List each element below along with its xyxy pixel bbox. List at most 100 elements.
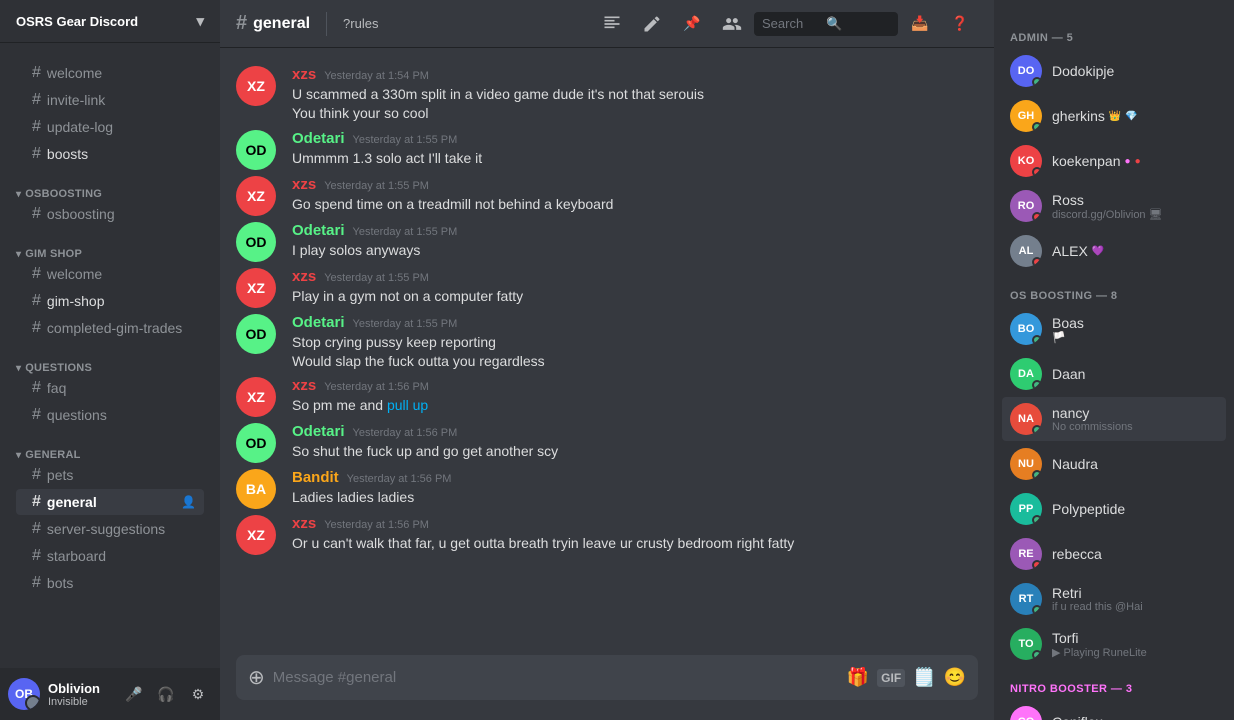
channel-update-log[interactable]: # update-log xyxy=(16,114,204,140)
channel-welcome[interactable]: # welcome xyxy=(16,60,204,86)
pin-button[interactable]: 📌 xyxy=(674,6,710,42)
gift-button[interactable]: 🎁 xyxy=(847,667,869,688)
edit-button[interactable] xyxy=(634,6,670,42)
channel-general[interactable]: # general 👤 xyxy=(16,489,204,515)
message-author: Odetari xyxy=(292,314,345,331)
member-item[interactable]: PP Polypeptide xyxy=(1002,487,1226,531)
message-timestamp: Yesterday at 1:56 PM xyxy=(324,519,429,531)
member-item[interactable]: AL ALEX 💜 xyxy=(1002,229,1226,273)
hash-icon: # xyxy=(32,292,41,310)
message-author: xzs xyxy=(292,515,316,532)
member-item[interactable]: GH gherkins 👑💎 xyxy=(1002,94,1226,138)
message-group: OD Odetari Yesterday at 1:55 PM Ummmm 1.… xyxy=(220,128,994,172)
member-avatar: NA xyxy=(1010,403,1042,435)
header-divider xyxy=(326,12,327,36)
emoji-button[interactable]: 😊 xyxy=(944,667,966,688)
member-item[interactable]: RO Ross discord.gg/Oblivion 🖥 xyxy=(1002,184,1226,228)
channel-gim-welcome[interactable]: # welcome xyxy=(16,261,204,287)
message-author: xzs xyxy=(292,377,316,394)
message-text: Go spend time on a treadmill not behind … xyxy=(292,195,978,214)
server-header[interactable]: OSRS Gear Discord ▾ xyxy=(0,0,220,43)
message-timestamp: Yesterday at 1:56 PM xyxy=(347,473,452,485)
members-button[interactable] xyxy=(714,6,750,42)
category-chevron-icon: ▾ xyxy=(16,249,21,260)
search-bar[interactable]: Search 🔍 xyxy=(754,12,898,36)
member-item[interactable]: RT Retri if u read this @Hai xyxy=(1002,577,1226,621)
current-user-info: Oblivion Invisible xyxy=(48,681,120,708)
member-item[interactable]: RE rebecca xyxy=(1002,532,1226,576)
hash-icon: # xyxy=(32,319,41,337)
message-text: Play in a gym not on a computer fatty xyxy=(292,287,978,306)
channel-questions[interactable]: # questions xyxy=(16,402,204,428)
member-name: Torfi xyxy=(1052,630,1218,646)
message-text: Ummmm 1.3 solo act I'll take it xyxy=(292,149,978,168)
nitro-badge: 💜 xyxy=(1092,246,1104,257)
member-avatar: BO xyxy=(1010,313,1042,345)
gif-button[interactable]: GIF xyxy=(877,669,905,687)
member-item[interactable]: CO Coniflex xyxy=(1002,700,1226,720)
channel-faq[interactable]: # faq xyxy=(16,375,204,401)
member-name: gherkins 👑💎 xyxy=(1052,108,1218,124)
channel-gim-shop[interactable]: # gim-shop xyxy=(16,288,204,314)
category-osboosting[interactable]: ▾ OSBOOSTING xyxy=(8,188,212,200)
current-user-status: Invisible xyxy=(48,696,120,708)
category-general[interactable]: ▾ GENERAL xyxy=(8,449,212,461)
member-item[interactable]: BO Boas 🏳️ xyxy=(1002,307,1226,351)
category-chevron-icon: ▾ xyxy=(16,363,21,374)
category-gim-shop[interactable]: ▾ GIM SHOP xyxy=(8,248,212,260)
category-chevron-icon: ▾ xyxy=(16,189,21,200)
channel-bots[interactable]: # bots xyxy=(16,570,204,596)
channel-osboosting[interactable]: # osboosting xyxy=(16,201,204,227)
message-group: OD Odetari Yesterday at 1:56 PM So shut … xyxy=(220,421,994,465)
server-chevron-icon: ▾ xyxy=(196,12,204,30)
gem-badge: 💎 xyxy=(1125,111,1137,122)
member-item[interactable]: TO Torfi ▶ Playing RuneLite xyxy=(1002,622,1226,666)
member-sub: 🏳️ xyxy=(1052,331,1218,344)
hash-icon: # xyxy=(32,379,41,397)
message-timestamp: Yesterday at 1:54 PM xyxy=(324,70,429,82)
channel-server-suggestions[interactable]: # server-suggestions xyxy=(16,516,204,542)
channel-starboard[interactable]: # starboard xyxy=(16,543,204,569)
attach-button[interactable]: ⊕ xyxy=(248,655,265,700)
hash-icon: # xyxy=(32,91,41,109)
channel-invite-link[interactable]: # invite-link xyxy=(16,87,204,113)
message-input[interactable] xyxy=(273,658,839,697)
member-item[interactable]: NU Naudra xyxy=(1002,442,1226,486)
hash-icon: # xyxy=(32,205,41,223)
member-item[interactable]: DO Dodokipje xyxy=(1002,49,1226,93)
member-avatar: KO xyxy=(1010,145,1042,177)
message-timestamp: Yesterday at 1:55 PM xyxy=(324,180,429,192)
channel-boosts[interactable]: # boosts xyxy=(16,141,204,167)
member-avatar: RT xyxy=(1010,583,1042,615)
inbox-button[interactable]: 📥 xyxy=(902,6,938,42)
member-name: Naudra xyxy=(1052,456,1218,472)
message-group: OD Odetari Yesterday at 1:55 PM I play s… xyxy=(220,220,994,264)
deafen-button[interactable]: 🎧 xyxy=(152,680,180,708)
message-text: So pm me and pull up xyxy=(292,396,978,415)
message-text: U scammed a 330m split in a video game d… xyxy=(292,85,978,104)
category-chevron-icon: ▾ xyxy=(16,450,21,461)
channel-topic: ?rules xyxy=(343,16,378,31)
settings-button[interactable]: ⚙ xyxy=(184,680,212,708)
message-input-wrap: ⊕ 🎁 GIF 🗒️ 😊 xyxy=(236,655,978,700)
threads-button[interactable] xyxy=(594,6,630,42)
sticker-button[interactable]: 🗒️ xyxy=(913,667,935,688)
mute-button[interactable]: 🎤 xyxy=(120,680,148,708)
member-name: Ross xyxy=(1052,192,1218,208)
osboosting-section-header: OS BOOSTING — 8 xyxy=(1002,274,1226,306)
message-text: Stop crying pussy keep reporting xyxy=(292,333,978,352)
hash-icon: # xyxy=(32,493,41,511)
help-button[interactable]: ❓ xyxy=(942,6,978,42)
header-actions: 📌 Search 🔍 📥 ❓ xyxy=(594,6,978,42)
hash-icon: # xyxy=(32,406,41,424)
channel-pets[interactable]: # pets xyxy=(16,462,204,488)
avatar: XZ xyxy=(236,377,276,417)
member-avatar: DO xyxy=(1010,55,1042,87)
member-item[interactable]: KO koekenpan ●● xyxy=(1002,139,1226,183)
member-item[interactable]: NA nancy No commissions xyxy=(1002,397,1226,441)
category-questions[interactable]: ▾ QUESTIONS xyxy=(8,362,212,374)
member-item[interactable]: DA Daan xyxy=(1002,352,1226,396)
member-name: Coniflex xyxy=(1052,714,1218,720)
message-author: Odetari xyxy=(292,423,345,440)
channel-completed-gim-trades[interactable]: # completed-gim-trades xyxy=(16,315,204,341)
